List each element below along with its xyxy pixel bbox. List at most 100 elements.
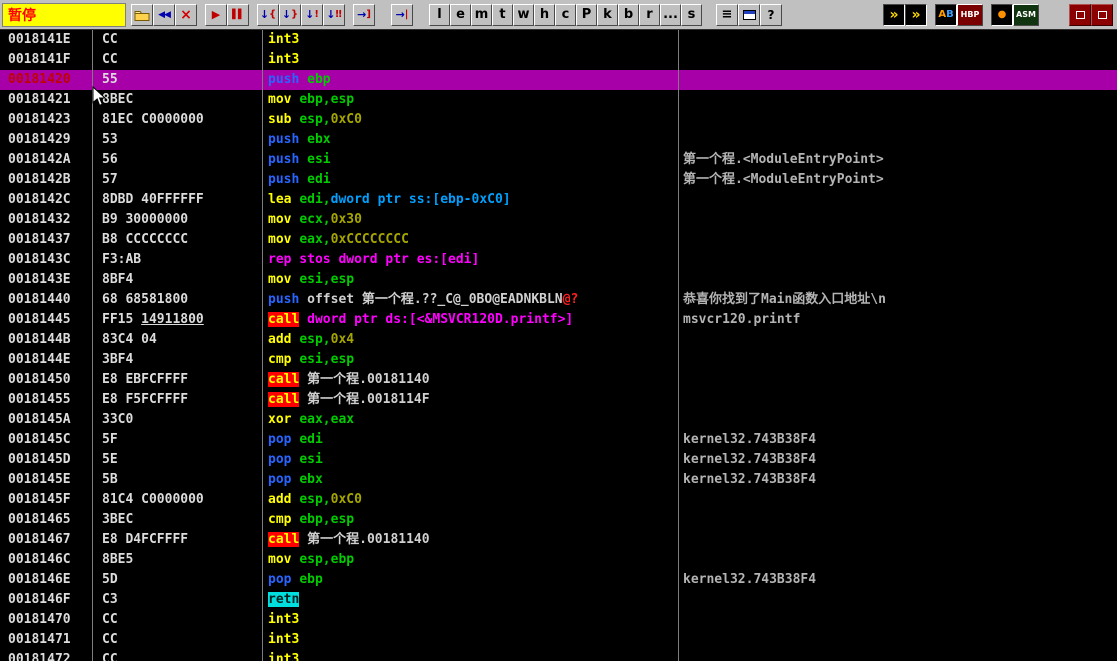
disasm-row[interactable]: 00181467 E8 D4FCFFFF call 第一个程.00181140 (0, 530, 1117, 550)
disasm-row[interactable]: 00181471 CC int3 (0, 630, 1117, 650)
disasm-row[interactable]: 0018142C 8DBD 40FFFFFF lea edi,dword ptr s… (0, 190, 1117, 210)
comment-cell (678, 410, 1117, 430)
letter-button-l[interactable]: l (429, 3, 450, 26)
address-cell: 00181432 (8, 212, 71, 227)
bytes-cell: FF15 14911800 (102, 312, 204, 327)
restart-button[interactable]: ◀◀ (153, 3, 175, 26)
letter-button-w[interactable]: w (513, 3, 534, 26)
letter-button-P[interactable]: P (576, 3, 597, 26)
disasm-row[interactable]: 0018142A 56 push esi 第一个程.<ModuleEntryPoint… (0, 150, 1117, 170)
comment-cell (678, 270, 1117, 290)
letter-button-k[interactable]: k (597, 3, 618, 26)
disasm-row[interactable]: 00181465 3BEC cmp ebp,esp (0, 510, 1117, 530)
bytes-cell: 56 (102, 152, 118, 167)
disasm-row[interactable]: 00181445 FF15 14911800 call dword ptr ds:[… (0, 310, 1117, 330)
disasm-row-selected[interactable]: 00181420 55 push ebp (0, 70, 1117, 90)
comment-cell: kernel32.743B38F4 (683, 472, 817, 487)
address-cell: 00181445 (8, 312, 71, 327)
disasm-row[interactable]: 0018145A 33C0 xor eax,eax (0, 410, 1117, 430)
plugin-window-button-1[interactable] (1069, 3, 1091, 26)
disasm-row[interactable]: 0018146E 5D pop ebp kernel32.743B38F4 (0, 570, 1117, 590)
letter-button-m[interactable]: m (471, 3, 492, 26)
help-button[interactable]: ? (760, 3, 782, 26)
instruction-cell: lea edi,dword ptr ss:[ebp-0xC0] (268, 192, 511, 207)
disasm-row[interactable]: 0018144B 83C4 04 add esp,0x4 (0, 330, 1117, 350)
bytes-cell: 3BF4 (102, 352, 134, 367)
address-cell: 0018143E (8, 272, 71, 287)
bytes-cell: 57 (102, 172, 118, 187)
disasm-row[interactable]: 00181432 B9 30000000 mov ecx,0x30 (0, 210, 1117, 230)
bytes-cell: CC (102, 632, 118, 647)
instruction-cell: add esp,0x4 (268, 332, 355, 347)
instruction-cell: cmp ebp,esp (268, 512, 355, 527)
column-separator (678, 30, 679, 661)
run-to-user-code-button[interactable]: → | (391, 3, 413, 26)
bytes-cell: E8 D4FCFFFF (102, 532, 189, 547)
run-button[interactable]: ▶ (205, 3, 227, 26)
letter-button-b[interactable]: b (618, 3, 639, 26)
letter-button-h[interactable]: h (534, 3, 555, 26)
address-cell: 00181429 (8, 132, 71, 147)
disasm-row[interactable]: 0018142B 57 push edi 第一个程.<ModuleEntryPoint… (0, 170, 1117, 190)
record-dot-button[interactable]: ● (991, 3, 1013, 26)
disasm-row[interactable]: 0018146F C3 retn (0, 590, 1117, 610)
plugin-window-button-2[interactable] (1091, 3, 1113, 26)
bytes-cell: 81C4 C0000000 (102, 492, 204, 507)
disasm-row[interactable]: 00181470 CC int3 (0, 610, 1117, 630)
plugin-arrow-button-1[interactable]: » (883, 3, 905, 26)
disasm-row[interactable]: 00181429 53 push ebx (0, 130, 1117, 150)
disasm-row[interactable]: 0018141E CC int3 (0, 30, 1117, 50)
disasm-row[interactable]: 00181472 CC int3 (0, 650, 1117, 661)
hardware-breakpoint-button[interactable]: HBP (957, 3, 983, 26)
address-cell: 00181467 (8, 532, 71, 547)
disasm-row[interactable]: 00181423 81EC C0000000 sub esp,0xC0 (0, 110, 1117, 130)
disasm-row[interactable]: 0018144E 3BF4 cmp esi,esp (0, 350, 1117, 370)
disasm-row[interactable]: 0018141F CC int3 (0, 50, 1117, 70)
disasm-row[interactable]: 0018143E 8BF4 mov esi,esp (0, 270, 1117, 290)
disasm-row[interactable]: 00181455 E8 F5FCFFFF call 第一个程.0018114F (0, 390, 1117, 410)
letter-button-r[interactable]: r (639, 3, 660, 26)
disasm-row[interactable]: 0018145F 81C4 C0000000 add esp,0xC0 (0, 490, 1117, 510)
animate-into-button[interactable]: ↓! (301, 3, 323, 26)
letter-button-c[interactable]: c (555, 3, 576, 26)
windows-list-button[interactable]: ≡ (716, 3, 738, 26)
bytes-cell: 83C4 04 (102, 332, 157, 347)
cpu-window-button[interactable] (738, 3, 760, 26)
execute-till-return-button[interactable]: →] (353, 3, 375, 26)
ab-plugin-button[interactable]: AB (935, 3, 957, 26)
comment-cell (678, 130, 1117, 150)
instruction-cell: rep stos dword ptr es:[edi] (268, 252, 480, 267)
disasm-row[interactable]: 00181450 E8 EBFCFFFF call 第一个程.00181140 (0, 370, 1117, 390)
pause-button[interactable]: ▌▌ (227, 3, 249, 26)
comment-cell (678, 250, 1117, 270)
step-over-button[interactable]: ↓} (279, 3, 301, 26)
disasm-row[interactable]: 0018145E 5B pop ebx kernel32.743B38F4 (0, 470, 1117, 490)
comment-cell (678, 50, 1117, 70)
disasm-row[interactable]: 0018143C F3:AB rep stos dword ptr es:[edi] (0, 250, 1117, 270)
instruction-cell: call 第一个程.00181140 (268, 372, 430, 387)
letter-button-t[interactable]: t (492, 3, 513, 26)
asm-plugin-button[interactable]: ASM (1013, 3, 1039, 26)
address-cell: 00181471 (8, 632, 71, 647)
disasm-row[interactable]: 00181440 68 68581800 push offset 第一个程.??_C… (0, 290, 1117, 310)
disasm-row[interactable]: 00181421 8BEC mov ebp,esp (0, 90, 1117, 110)
letter-button-s[interactable]: s (681, 3, 702, 26)
animate-over-button[interactable]: ↓ ‼ (323, 3, 345, 26)
bytes-cell: 8BF4 (102, 272, 134, 287)
step-into-button[interactable]: ↓{ (257, 3, 279, 26)
letter-button-...[interactable]: ... (660, 3, 681, 26)
disasm-row[interactable]: 0018145C 5F pop edi kernel32.743B38F4 (0, 430, 1117, 450)
open-file-button[interactable] (131, 3, 153, 26)
address-cell: 00181420 (8, 72, 71, 87)
disasm-row[interactable]: 00181437 B8 CCCCCCCC mov eax,0xCCCCCCCC (0, 230, 1117, 250)
instruction-cell: pop edi (268, 432, 323, 447)
red-window-icon (1075, 10, 1085, 19)
disasm-row[interactable]: 0018146C 8BE5 mov esp,ebp (0, 550, 1117, 570)
disasm-row[interactable]: 0018145D 5E pop esi kernel32.743B38F4 (0, 450, 1117, 470)
close-button[interactable]: × (175, 3, 197, 26)
address-cell: 0018145E (8, 472, 71, 487)
comment-cell: 恭喜你找到了Main函数入口地址\n (683, 292, 886, 307)
plugin-arrow-button-2[interactable]: » (905, 3, 927, 26)
letter-button-e[interactable]: e (450, 3, 471, 26)
address-cell: 0018146C (8, 552, 71, 567)
